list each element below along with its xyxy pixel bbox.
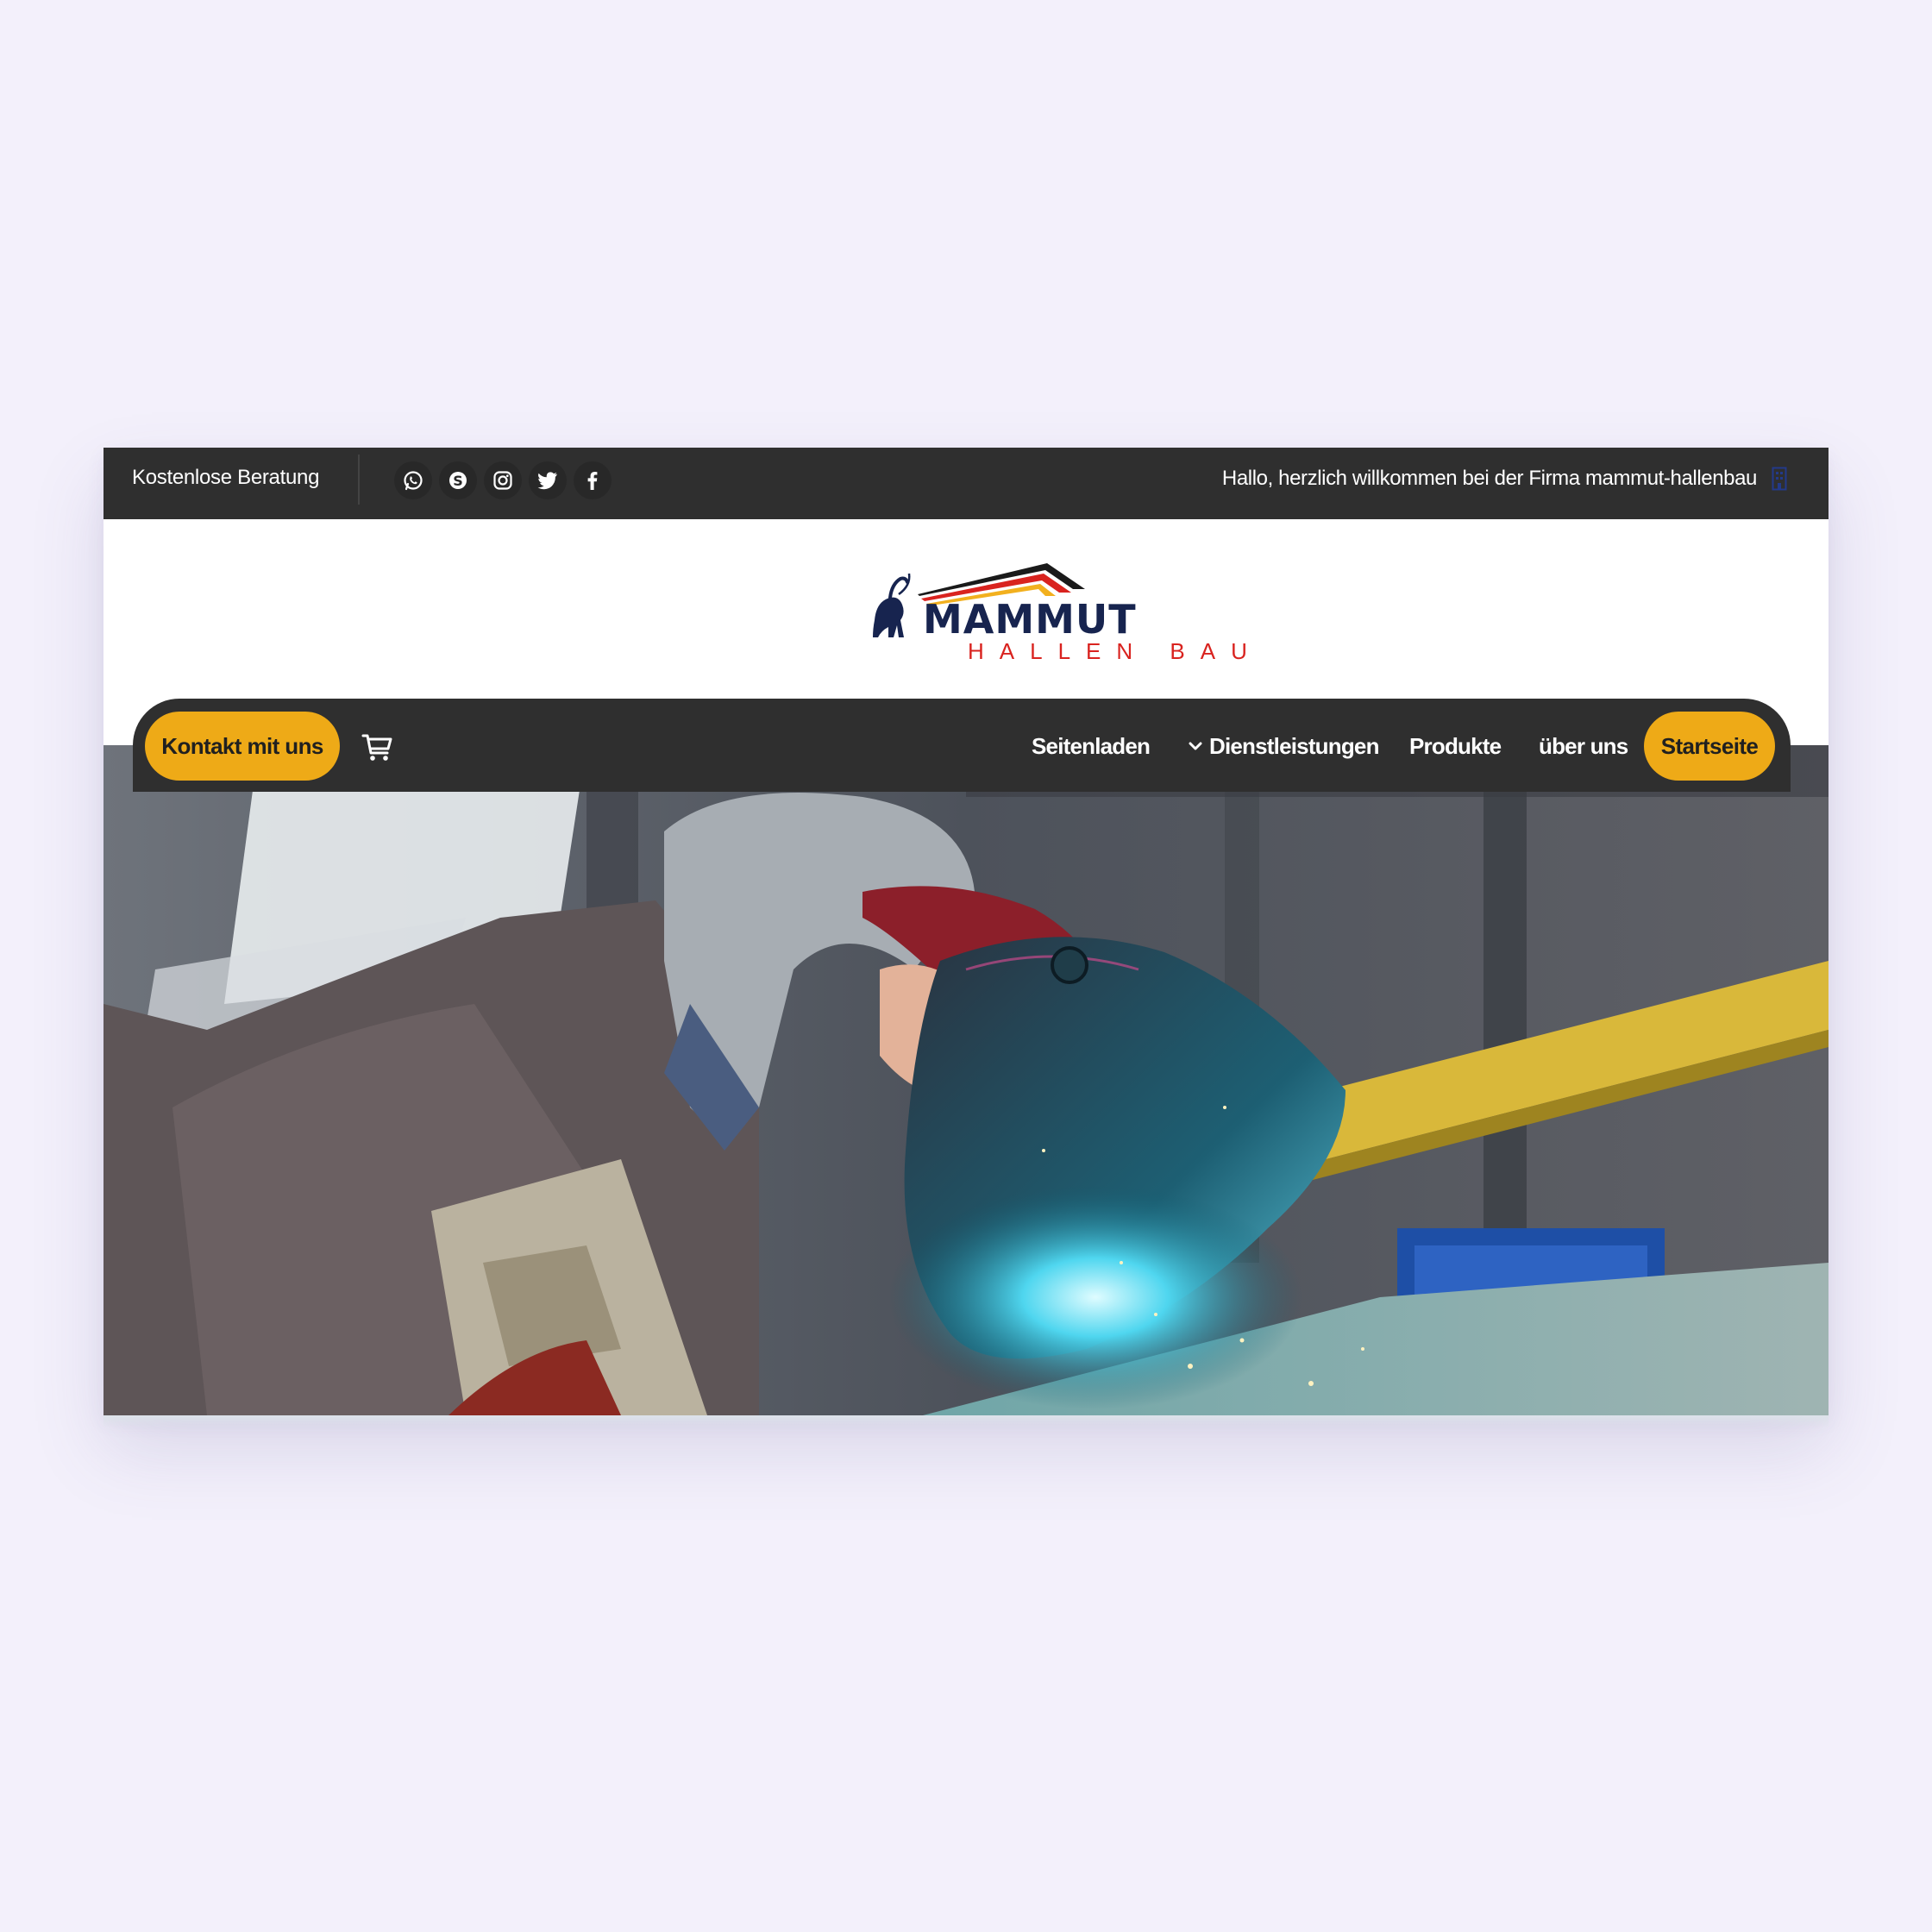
- contact-button[interactable]: Kontakt mit uns: [145, 712, 340, 781]
- website-screenshot: Kostenlose Beratung S Hallo, herzlich wi…: [104, 448, 1828, 1427]
- facebook-icon[interactable]: [574, 461, 612, 499]
- hero-bottom-fade: [104, 1415, 1828, 1427]
- chevron-down-icon: [1189, 742, 1202, 750]
- nav-item-produkte[interactable]: Produkte: [1409, 712, 1502, 781]
- whatsapp-icon[interactable]: [394, 461, 432, 499]
- nav-item-ueber-uns[interactable]: über uns: [1539, 712, 1628, 781]
- nav-item-label: Dienstleistungen: [1209, 733, 1379, 759]
- top-bar-divider: [358, 455, 360, 505]
- cart-icon[interactable]: [361, 730, 395, 764]
- nav-item-startseite[interactable]: Startseite: [1644, 712, 1775, 781]
- welcome-message: Hallo, herzlich willkommen bei der Firma…: [1221, 467, 1757, 490]
- main-navigation: Kontakt mit uns Seitenladen Dienstleistu…: [133, 699, 1791, 792]
- twitter-icon[interactable]: [529, 461, 567, 499]
- logo-brand-text: MAMMUT: [923, 596, 1137, 643]
- free-consultation-link[interactable]: Kostenlose Beratung: [132, 448, 319, 519]
- top-bar: Kostenlose Beratung S Hallo, herzlich wi…: [104, 448, 1828, 519]
- nav-item-seitenladen[interactable]: Seitenladen: [1032, 712, 1151, 781]
- svg-text:S: S: [453, 473, 463, 489]
- building-icon: [1772, 467, 1787, 491]
- instagram-icon[interactable]: [484, 461, 522, 499]
- logo-sub-text: HALLEN BAU: [968, 638, 1263, 664]
- site-logo[interactable]: MAMMUT HALLEN BAU: [864, 560, 1263, 681]
- nav-item-dienstleistungen[interactable]: Dienstleistungen: [1189, 712, 1379, 781]
- hero-image: [104, 745, 1828, 1415]
- skype-icon[interactable]: S: [439, 461, 477, 499]
